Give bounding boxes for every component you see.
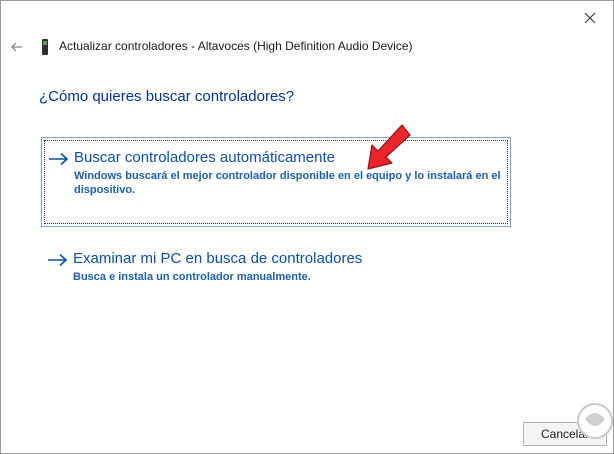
update-drivers-dialog: Actualizar controladores - Altavoces (Hi… (0, 0, 614, 454)
option-browse-my-computer[interactable]: Examinar mi PC en busca de controladores… (41, 248, 511, 292)
option-title: Buscar controladores automáticamente (74, 149, 335, 166)
option-search-automatically[interactable]: Buscar controladores automáticamente Win… (41, 137, 511, 227)
right-arrow-icon (48, 253, 68, 267)
close-button[interactable] (567, 1, 613, 34)
option-description: Busca e instala un controlador manualmen… (73, 271, 311, 283)
option-title: Examinar mi PC en busca de controladores (73, 250, 363, 267)
speaker-device-icon (42, 39, 48, 55)
red-pointer-arrow (367, 124, 411, 170)
page-question: ¿Cómo quieres buscar controladores? (39, 88, 295, 105)
close-icon (584, 12, 596, 23)
back-arrow-icon[interactable] (7, 37, 27, 57)
right-arrow-icon (49, 152, 69, 166)
watermark-logo (577, 403, 613, 439)
dialog-header: Actualizar controladores - Altavoces (Hi… (1, 34, 613, 60)
dialog-title: Actualizar controladores - Altavoces (Hi… (59, 39, 413, 53)
option-description: Windows buscará el mejor controlador dis… (74, 170, 501, 196)
